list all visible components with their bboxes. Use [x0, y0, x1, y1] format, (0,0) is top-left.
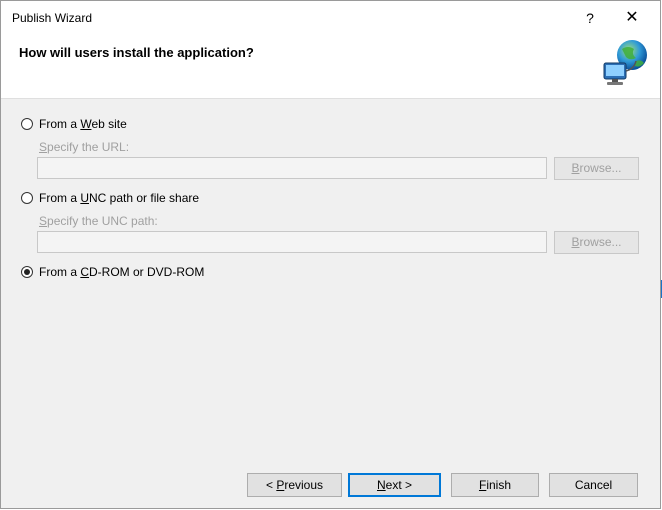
- title-bar: Publish Wizard ? ✕: [1, 1, 660, 35]
- radio-cd-rom-label: From a CD-ROM or DVD-ROM: [39, 265, 205, 279]
- radio-unc-path[interactable]: From a UNC path or file share: [21, 191, 199, 205]
- radio-unc-path-indicator[interactable]: [21, 192, 33, 204]
- previous-button[interactable]: < Previous: [247, 473, 342, 497]
- url-input[interactable]: [37, 157, 547, 179]
- unc-path-input[interactable]: [37, 231, 547, 253]
- radio-web-site-indicator[interactable]: [21, 118, 33, 130]
- window-title: Publish Wizard: [12, 11, 93, 25]
- radio-cd-rom-indicator[interactable]: [21, 266, 33, 278]
- wizard-header: How will users install the application?: [1, 35, 660, 99]
- radio-web-site-label: From a Web site: [39, 117, 127, 131]
- browse-url-button[interactable]: Browse...: [554, 157, 639, 180]
- radio-cd-rom[interactable]: From a CD-ROM or DVD-ROM: [21, 265, 204, 279]
- help-button[interactable]: ?: [576, 7, 604, 29]
- radio-web-site[interactable]: From a Web site: [21, 117, 127, 131]
- url-field-label: Specify the URL:: [39, 140, 130, 154]
- finish-button[interactable]: Finish: [451, 473, 539, 497]
- unc-field-label: Specify the UNC path:: [39, 214, 158, 228]
- publish-wizard-dialog: Publish Wizard ? ✕ How will users instal…: [0, 0, 661, 509]
- browse-unc-button[interactable]: Browse...: [554, 231, 639, 254]
- close-button[interactable]: ✕: [618, 7, 646, 29]
- radio-unc-path-label: From a UNC path or file share: [39, 191, 200, 205]
- page-title: How will users install the application?: [19, 45, 254, 60]
- next-button[interactable]: Next >: [348, 473, 441, 497]
- cancel-button[interactable]: Cancel: [549, 473, 638, 497]
- globe-computer-icon: [603, 40, 647, 85]
